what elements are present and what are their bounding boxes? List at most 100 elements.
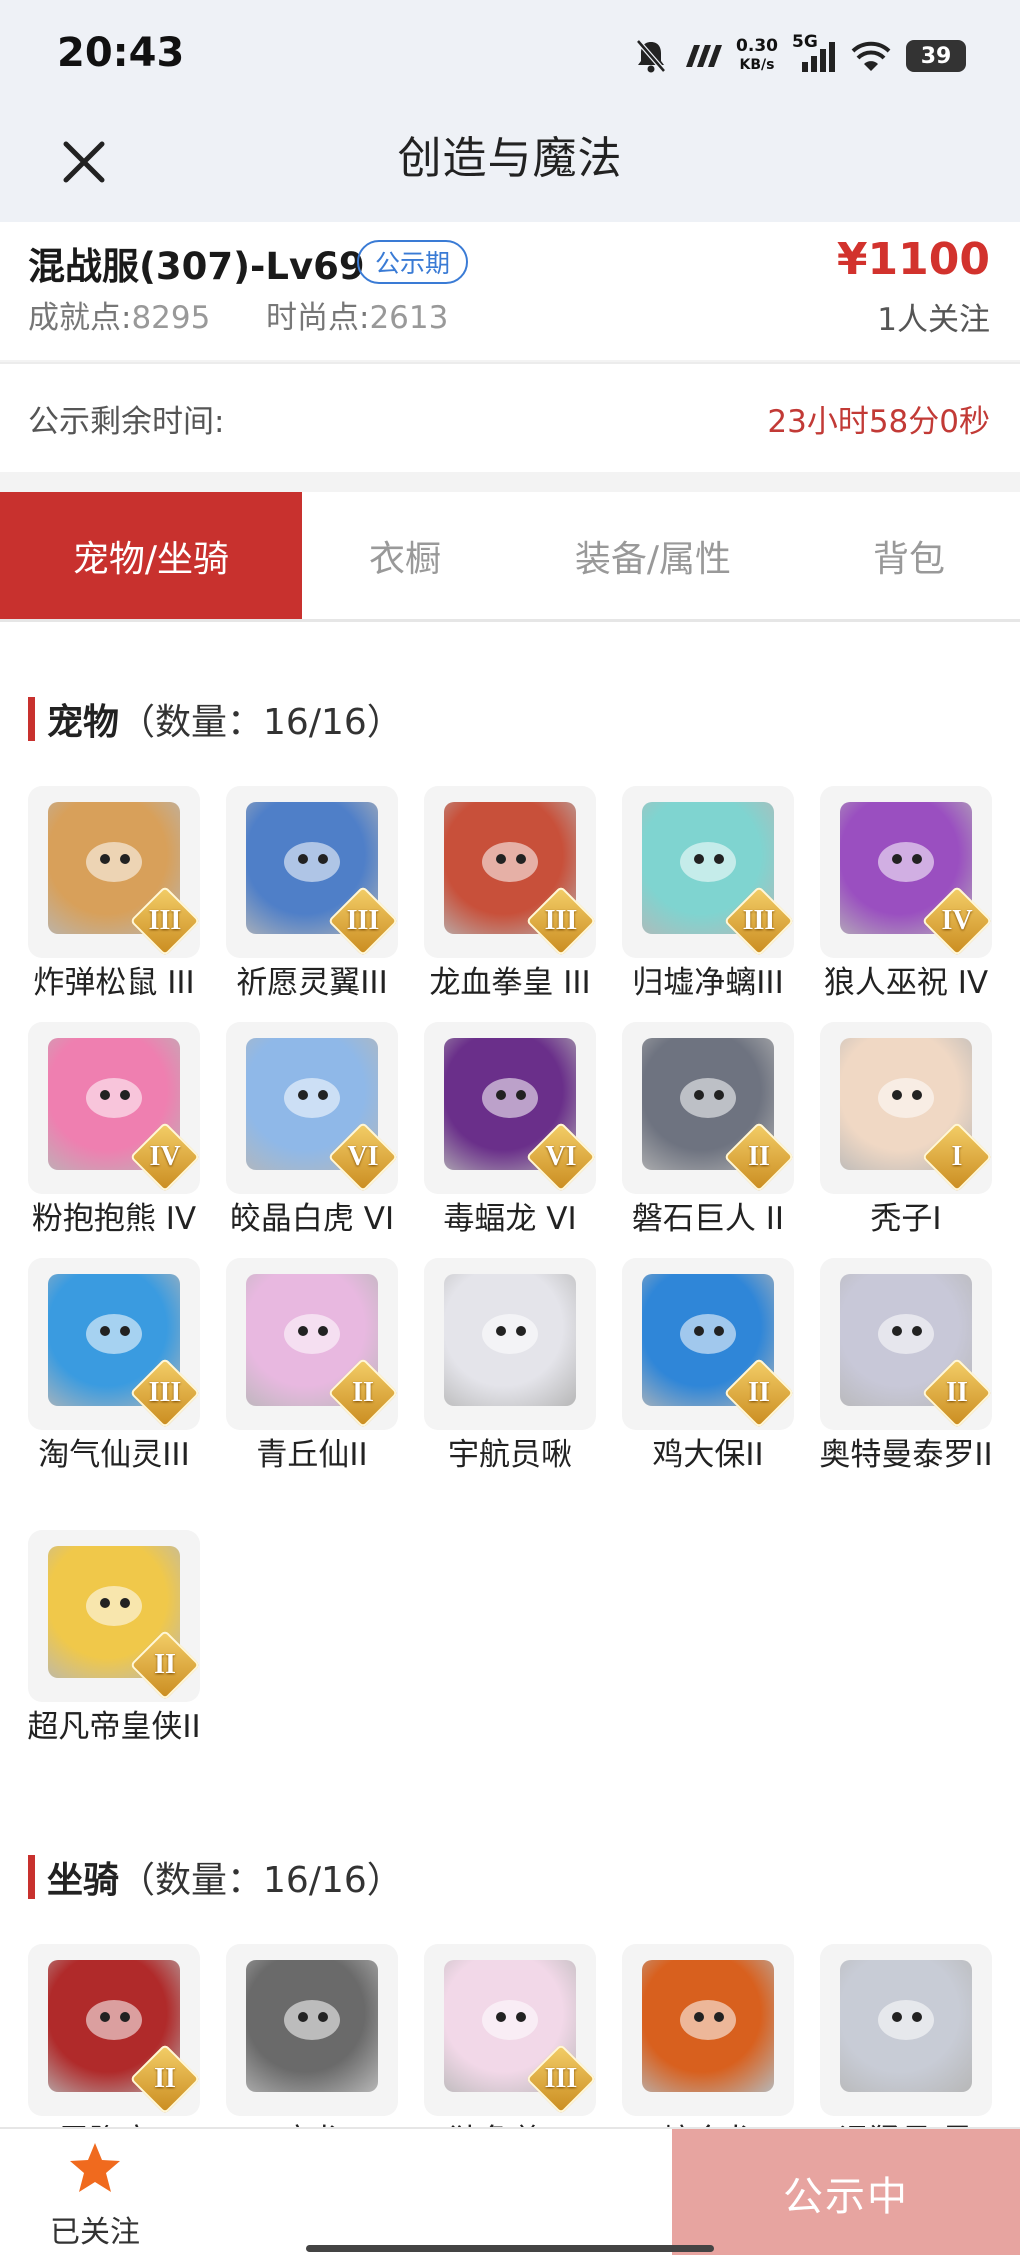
pet-item[interactable]: 宇航员啾: [424, 1258, 598, 1474]
pet-item[interactable]: III 归墟净螭III: [622, 786, 796, 1002]
pet-item[interactable]: II 磐石巨人 II: [622, 1022, 796, 1238]
page-title: 创造与魔法: [397, 133, 623, 184]
net-speed-value: 0.30: [736, 36, 778, 56]
pet-item-image: I: [820, 1022, 992, 1194]
pet-item-image: III: [28, 786, 200, 958]
pet-item-image: II: [622, 1258, 794, 1430]
mount-item[interactable]: III独角兽III: [424, 1944, 598, 2127]
pet-item[interactable]: II 奥特曼泰罗II: [819, 1258, 994, 1474]
publicity-status-button[interactable]: 公示中: [672, 2129, 1020, 2255]
remaining-time-label: 公示剩余时间:: [28, 404, 225, 440]
grade-label: IV: [941, 905, 973, 936]
mount-item[interactable]: 应龙: [226, 1944, 400, 2127]
pet-item[interactable]: II 青丘仙II: [226, 1258, 400, 1474]
grade-label: III: [148, 905, 182, 936]
follow-label: 已关注: [50, 2215, 140, 2250]
pet-item-name: 粉抱抱熊 IV: [31, 1201, 197, 1237]
pet-item[interactable]: II 超凡帝皇侠II: [27, 1530, 202, 1746]
remaining-time-value: 23小时58分0秒: [767, 404, 990, 440]
mount-item[interactable]: II雷隐鹿II: [28, 1944, 202, 2127]
grade-label: III: [148, 1377, 182, 1408]
carrier-logo-icon: [686, 45, 723, 67]
grade-label: VI: [545, 1141, 577, 1172]
mounts-section-header: 坐骑 （数量：16/16）: [28, 1854, 403, 1901]
pet-item[interactable]: I 秃子I: [820, 1022, 994, 1238]
mute-bell-icon: [636, 39, 666, 73]
fashion-label: 时尚点:: [266, 300, 370, 336]
tab-backpack[interactable]: 背包: [798, 492, 1020, 619]
nav-bar: 创造与魔法: [0, 110, 1020, 222]
grade-label: III: [346, 905, 380, 936]
pet-item-image: IV: [28, 1022, 200, 1194]
bottom-bar: 已关注 公示中: [0, 2127, 1020, 2255]
pet-item[interactable]: III 祈愿灵翼III: [226, 786, 400, 1002]
follow-button[interactable]: 已关注: [40, 2141, 150, 2251]
grade-label: III: [742, 905, 776, 936]
pet-item-image: III: [28, 1258, 200, 1430]
grade-label: II: [748, 1141, 770, 1172]
section-accent-bar: [28, 1855, 35, 1899]
mount-item[interactable]: 迅猛号·星: [820, 1944, 994, 2127]
mount-item-image: [622, 1944, 794, 2116]
pet-item-name: 祈愿灵翼III: [236, 965, 388, 1001]
pet-item[interactable]: III 炸弹松鼠 III: [28, 786, 202, 1002]
pet-item[interactable]: IV 狼人巫祝 IV: [820, 786, 994, 1002]
pet-item-image: II: [28, 1530, 200, 1702]
pet-item[interactable]: III 龙血拳皇 III: [424, 786, 598, 1002]
pet-item-name: 毒蝠龙 VI: [443, 1201, 577, 1237]
status-icons: 0.30 KB/s 5G 39: [634, 32, 966, 78]
content-area[interactable]: 宠物 （数量：16/16） III 炸弹松鼠 III III 祈愿灵翼III III 龙血…: [0, 622, 1020, 2127]
grade-label: II: [946, 1377, 968, 1408]
pet-item[interactable]: VI 皎晶白虎 VI: [226, 1022, 400, 1238]
section-accent-bar: [28, 697, 35, 741]
home-indicator[interactable]: [306, 2245, 714, 2252]
star-icon: [70, 2143, 120, 2192]
wifi-icon: [851, 41, 891, 71]
grade-label: I: [951, 1141, 963, 1172]
mount-portrait: [840, 1960, 972, 2092]
mounts-section-count: （数量：16/16）: [119, 1860, 403, 1901]
grade-label: II: [748, 1377, 770, 1408]
grade-label: IV: [149, 1141, 181, 1172]
pets-section-header: 宠物 （数量：16/16）: [28, 696, 403, 743]
grade-label: III: [544, 905, 578, 936]
achievement-points: 成就点:8295: [28, 292, 210, 337]
pet-item-name: 秃子I: [870, 1201, 942, 1237]
pets-section-title: 宠物: [47, 702, 120, 743]
pet-item-image: II: [622, 1022, 794, 1194]
pet-item-name: 归墟净螭III: [632, 965, 784, 1001]
status-time: 20:43: [57, 30, 185, 76]
tab-equipment-attributes[interactable]: 装备/属性: [508, 492, 798, 619]
tab-pets-mounts[interactable]: 宠物/坐骑: [0, 492, 302, 619]
pet-item-name: 超凡帝皇侠II: [27, 1709, 201, 1745]
achievement-value: 8295: [131, 300, 211, 336]
achievement-label: 成就点:: [28, 300, 132, 336]
pet-item-name: 磐石巨人 II: [631, 1201, 785, 1237]
listing-header: 混战服(307)-Lv69 公示期 ¥1100 成就点:8295 时尚点:261…: [0, 222, 1020, 360]
tab-wardrobe[interactable]: 衣橱: [302, 492, 508, 619]
mount-item[interactable]: 熔金龙: [622, 1944, 796, 2127]
grade-label: VI: [347, 1141, 379, 1172]
fashion-value: 2613: [369, 300, 449, 336]
tab-bar: 宠物/坐骑 衣橱 装备/属性 背包: [0, 492, 1020, 622]
pet-portrait: [444, 1274, 576, 1406]
pet-item[interactable]: VI 毒蝠龙 VI: [424, 1022, 598, 1238]
pet-item[interactable]: III 淘气仙灵III: [28, 1258, 202, 1474]
mount-portrait: [642, 1960, 774, 2092]
battery-icon: 39: [906, 40, 966, 72]
pet-item[interactable]: IV 粉抱抱熊 IV: [28, 1022, 202, 1238]
signal-icon: 5G: [792, 32, 836, 74]
net-speed-unit: KB/s: [739, 57, 775, 73]
pet-item-name: 青丘仙II: [256, 1437, 368, 1473]
pet-item[interactable]: II 鸡大保II: [622, 1258, 796, 1474]
mount-portrait: [246, 1960, 378, 2092]
pet-item-image: III: [424, 786, 596, 958]
remaining-time-row: 公示剩余时间: 23小时58分0秒: [0, 362, 1020, 472]
pet-item-image: II: [226, 1258, 398, 1430]
grade-label: III: [544, 2063, 578, 2094]
pet-item-image: [424, 1258, 596, 1430]
follower-count: 1人关注: [877, 302, 990, 338]
pet-item-image: IV: [820, 786, 992, 958]
pet-item-name: 鸡大保II: [652, 1437, 764, 1473]
pet-item-image: VI: [226, 1022, 398, 1194]
